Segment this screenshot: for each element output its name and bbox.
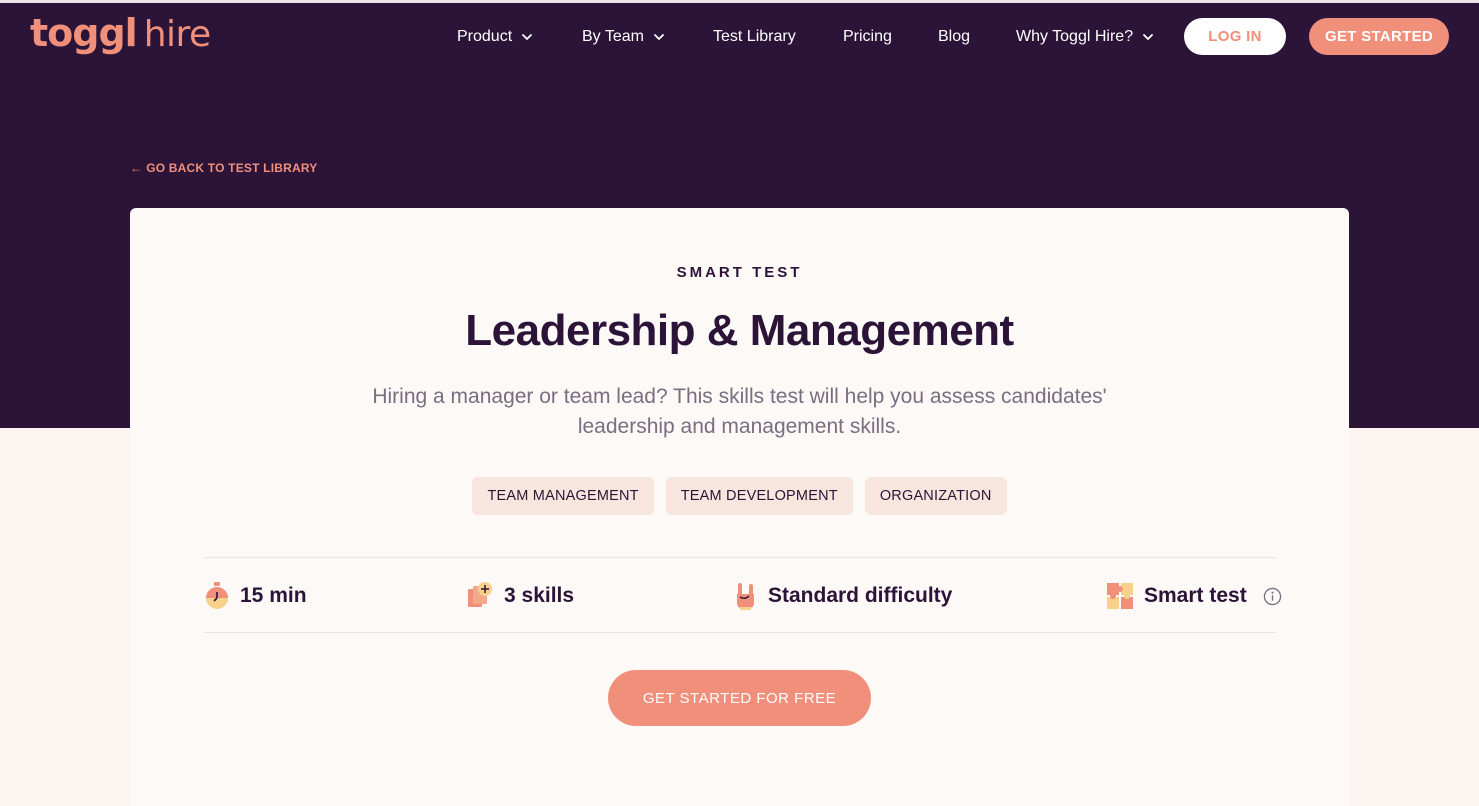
rock-hand-icon (737, 583, 754, 610)
info-icon[interactable] (1263, 587, 1282, 606)
stat-duration: 15 min (204, 580, 307, 612)
test-stats-row: 15 min 3 skills Standard difficulty Smar… (204, 558, 1281, 632)
nav-item-blog[interactable]: Blog (938, 25, 970, 49)
stat-test-type: Smart test (1106, 580, 1282, 612)
chevron-down-icon (1143, 34, 1153, 40)
nav-item-label: Test Library (713, 28, 796, 45)
toggl-hire-logo[interactable]: toggl hire (30, 11, 211, 57)
stat-label: Standard difficulty (768, 584, 953, 607)
stat-label: 15 min (240, 584, 307, 607)
chevron-down-icon (522, 34, 533, 40)
login-button[interactable]: LOG IN (1184, 18, 1286, 55)
logo-hire: hire (143, 14, 211, 55)
nav-item-label: Why Toggl Hire? (1016, 28, 1134, 45)
test-type-eyebrow: SMART TEST (676, 264, 803, 281)
stats-divider-bottom (204, 632, 1276, 633)
get-started-for-free-button[interactable]: GET STARTED FOR FREE (608, 670, 871, 726)
nav-item-label: Product (457, 28, 513, 45)
puzzle-icon (1107, 583, 1133, 609)
stopwatch-icon (206, 582, 228, 609)
nav-item-by-team[interactable]: By Team (582, 25, 665, 49)
skill-tag: TEAM DEVELOPMENT (665, 477, 853, 515)
top-navigation: toggl hire Product By Team Test Library … (0, 0, 1479, 72)
test-description: Hiring a manager or team lead? This skil… (372, 385, 1107, 438)
stat-skills: 3 skills (466, 580, 574, 612)
stat-label: 3 skills (504, 584, 575, 607)
back-to-test-library-link[interactable]: ← GO BACK TO TEST LIBRARY (130, 161, 317, 175)
page-title: Leadership & Management (465, 306, 1014, 355)
skill-tag: ORGANIZATION (864, 477, 1007, 515)
nav-item-label: By Team (582, 28, 644, 45)
stat-label: Smart test (1144, 584, 1247, 607)
nav-item-label: Pricing (843, 28, 892, 45)
back-link-label: GO BACK TO TEST LIBRARY (146, 161, 318, 175)
skill-tags: TEAM MANAGEMENT TEAM DEVELOPMENT ORGANIZ… (130, 477, 1349, 515)
stat-difficulty: Standard difficulty (732, 580, 952, 612)
skill-tag: TEAM MANAGEMENT (472, 477, 654, 515)
test-detail-card: SMART TEST Leadership & Management Hirin… (130, 208, 1349, 806)
nav-item-label: Blog (938, 28, 971, 45)
skills-cards-icon (468, 582, 492, 607)
chevron-down-icon (654, 34, 664, 40)
get-started-button[interactable]: GET STARTED (1309, 18, 1449, 55)
nav-item-product[interactable]: Product (457, 25, 533, 49)
logo-toggl: toggl (30, 11, 138, 55)
nav-item-why-toggl-hire[interactable]: Why Toggl Hire? (1016, 25, 1154, 49)
nav-item-test-library[interactable]: Test Library (713, 25, 796, 49)
arrow-left-icon: ← (130, 161, 143, 175)
nav-item-pricing[interactable]: Pricing (843, 25, 892, 49)
